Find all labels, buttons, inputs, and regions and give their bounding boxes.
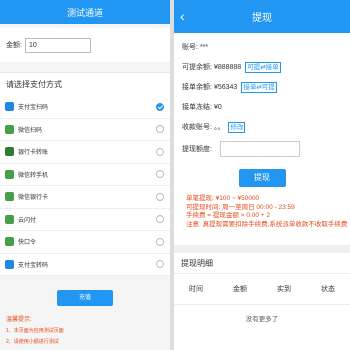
modify-link[interactable]: 修改 xyxy=(228,121,246,133)
order-balance-row: 接单余额: ¥56343 接单⇄可提 xyxy=(182,81,344,93)
withdraw-button[interactable]: 提现 xyxy=(238,169,286,187)
account-info: 账号: *** 可提余额: ¥888888 可提⇄接单 接单余额: ¥56343… xyxy=(174,33,350,157)
pay-method-radio[interactable] xyxy=(156,170,164,179)
pay-method-item[interactable]: 微信转手机 xyxy=(0,164,170,186)
empty-state-text: 没有更多了 xyxy=(245,316,279,323)
amount-row: 金额: 10 xyxy=(0,28,170,62)
pay-method-item[interactable]: 支付宝扫码 xyxy=(0,96,170,119)
pay-method-label: 快口令 xyxy=(18,240,37,247)
tips-title: 温馨提示: xyxy=(6,317,32,323)
withdraw-detail-title: 提现明细 xyxy=(174,245,350,273)
account-row: 账号: *** xyxy=(182,41,344,53)
amount-label: 金额: xyxy=(6,42,22,49)
alipay-icon xyxy=(5,259,14,269)
pay-method-radio[interactable] xyxy=(156,192,164,201)
pay-method-item[interactable]: 银行卡转账 xyxy=(0,141,170,164)
pay-method-item[interactable]: 快口令 xyxy=(0,231,170,254)
pay-method-list: 支付宝扫码微信扫码银行卡转账微信转手机微信银行卡云闪付快口令支付宝转码 xyxy=(0,96,170,276)
header-bar: ‹ 提现 xyxy=(174,0,350,33)
pay-method-label: 微信转手机 xyxy=(18,172,49,179)
withdraw-amount-row: 提现额度: xyxy=(182,141,344,157)
withdrawable-row: 可提余额: ¥888888 可提⇄接单 xyxy=(182,61,344,73)
cloud-pay-icon xyxy=(5,214,14,224)
wechat-icon xyxy=(5,192,14,202)
column-header-received: 实到 xyxy=(277,286,291,293)
pay-method-radio[interactable] xyxy=(156,215,164,224)
wechat-icon xyxy=(5,124,14,134)
order-frozen-label: 接单冻结: xyxy=(182,104,212,111)
collect-value: 。。 xyxy=(213,124,225,131)
tip-item: 2、请使用小额进行测试 xyxy=(6,339,59,345)
pay-method-label: 支付宝转码 xyxy=(18,262,49,269)
note-item: 手续费 = 提现金额 × 0.00 + 2 xyxy=(186,212,270,219)
column-header-time: 时间 xyxy=(189,286,203,293)
bank-card-icon xyxy=(5,147,14,157)
pay-method-radio[interactable] xyxy=(156,260,164,269)
account-label: 账号: xyxy=(182,44,198,51)
collect-account-row: 收款账号: 。。 修改 xyxy=(182,121,344,133)
transfer-to-withdrawable-link[interactable]: 接单⇄可提 xyxy=(241,81,277,93)
header-bar: 测试通道 xyxy=(0,0,170,24)
pay-method-item[interactable]: 云闪付 xyxy=(0,209,170,231)
pay-method-item[interactable]: 微信扫码 xyxy=(0,119,170,141)
order-frozen-row: 接单冻结: ¥0 xyxy=(182,101,344,113)
pay-method-label: 微信银行卡 xyxy=(18,195,49,202)
note-item: 单笔提现: ¥100 ~ ¥50000 xyxy=(186,195,260,202)
withdraw-screen: ‹ 提现 账号: *** 可提余额: ¥888888 可提⇄接单 接单余额: ¥… xyxy=(174,0,350,350)
amount-input[interactable]: 10 xyxy=(24,37,91,53)
pay-method-radio[interactable] xyxy=(156,147,164,156)
pay-method-radio[interactable] xyxy=(156,125,164,134)
tip-item: 1、本页面为应用测试页面 xyxy=(6,328,64,334)
account-value: *** xyxy=(199,43,209,51)
column-header-status: 状态 xyxy=(321,286,335,293)
pay-method-title: 请选择支付方式 xyxy=(0,72,170,96)
recharge-screen: 测试通道 金额: 10 请选择支付方式 支付宝扫码微信扫码银行卡转账微信转手机微… xyxy=(0,0,170,350)
pay-method-label: 银行卡转账 xyxy=(18,150,49,157)
wechat-icon xyxy=(5,169,14,179)
pay-method-label: 微信扫码 xyxy=(18,127,43,134)
order-frozen-value: ¥0 xyxy=(213,103,222,111)
collect-label: 收款账号: xyxy=(182,124,212,131)
transfer-to-order-link[interactable]: 可提⇄接单 xyxy=(245,61,281,73)
note-item: 可提现时间: 周一至周日 00:00 - 23:59 xyxy=(186,203,295,211)
password-icon xyxy=(5,237,14,247)
tips: 温馨提示: 1、本页面为应用测试页面 2、请使用小额进行测试 xyxy=(0,306,170,345)
detail-table-header: 时间 金额 实到 状态 xyxy=(174,273,350,305)
withdraw-amount-label: 提现额度: xyxy=(182,146,212,153)
header-title: 提现 xyxy=(252,13,272,24)
amount-value: 10 xyxy=(28,41,37,49)
order-balance-label: 接单余额: xyxy=(182,84,212,91)
withdrawable-value: ¥888888 xyxy=(213,63,242,71)
pay-method-radio[interactable] xyxy=(156,237,164,246)
pay-method-label: 云闪付 xyxy=(18,217,37,224)
recharge-button[interactable]: 充值 xyxy=(57,290,113,306)
pay-method-item[interactable]: 微信银行卡 xyxy=(0,186,170,209)
pay-method-item[interactable]: 支付宝转码 xyxy=(0,254,170,276)
withdrawable-label: 可提余额: xyxy=(182,64,212,71)
withdraw-notes: 单笔提现: ¥100 ~ ¥50000 可提现时间: 周一至周日 00:00 -… xyxy=(174,187,350,229)
header-title: 测试通道 xyxy=(66,7,103,18)
alipay-icon xyxy=(5,102,14,112)
column-header-amount: 金额 xyxy=(233,286,247,293)
withdraw-amount-input[interactable] xyxy=(219,141,300,157)
order-balance-value: ¥56343 xyxy=(213,83,238,91)
note-item: 注意: 真提现需要扣除手续费,系统派单收款不收取手续费 xyxy=(186,220,348,228)
pay-method-label: 支付宝扫码 xyxy=(18,105,49,112)
back-arrow-icon[interactable]: ‹ xyxy=(180,7,194,25)
pay-method-radio[interactable] xyxy=(156,102,164,111)
